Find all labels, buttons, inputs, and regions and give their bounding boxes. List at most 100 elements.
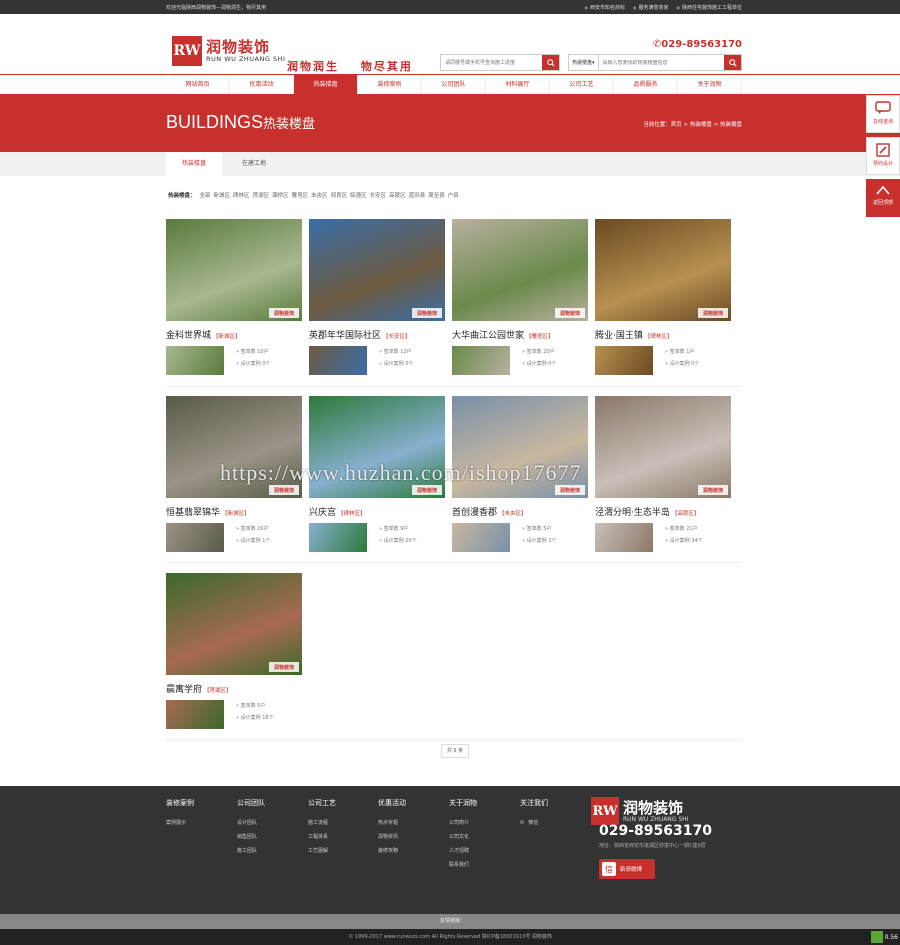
footer-link[interactable]: 装修攻略 — [378, 844, 406, 858]
building-photo[interactable]: 润物装饰 — [309, 219, 445, 321]
side-label-consult: 在线咨询 — [872, 119, 893, 125]
building-photo[interactable]: 润物装饰 — [595, 219, 731, 321]
building-name-line[interactable]: 金科世界城 【新城区】 — [166, 328, 302, 341]
building-mini-photo[interactable] — [595, 523, 653, 552]
building-name-line[interactable]: 腾业·国王镇 【碑林区】 — [595, 328, 731, 341]
building-name-line[interactable]: 英郡年华国际社区 【长安区】 — [309, 328, 445, 341]
filter-district-11[interactable]: 蓝田县 — [409, 191, 426, 199]
chevron-up-icon — [876, 185, 890, 195]
building-card[interactable]: 润物装饰金科世界城【新城区】签单数 10户设计案例 0个 — [166, 219, 302, 375]
nav-item-3[interactable]: 装修案例 — [358, 75, 422, 94]
filter-district-10[interactable]: 高陵区 — [389, 191, 406, 199]
filter-district-2[interactable]: 碑林区 — [233, 191, 250, 199]
search-type-select[interactable]: 热装楼盘 ▾ — [569, 55, 599, 70]
footer-link[interactable]: 润物资讯 — [378, 830, 406, 844]
online-consult-button[interactable]: 在线咨询 — [866, 95, 900, 133]
footer-link[interactable]: 热点专题 — [378, 816, 406, 830]
footer-link[interactable]: 人才招聘 — [449, 844, 477, 858]
building-name: 恒基翡翠锦华 — [166, 508, 221, 518]
footer-link[interactable]: 工程体系 — [308, 830, 336, 844]
badge-1[interactable]: 西安市知名商标 — [584, 4, 625, 11]
photo-watermark: 润物装饰 — [698, 308, 728, 318]
pagination[interactable]: 共 9 条 — [441, 744, 469, 758]
book-design-button[interactable]: 预约设计 — [866, 137, 900, 175]
footer-link[interactable]: 案例展示 — [166, 816, 194, 830]
filter-district-9[interactable]: 长安区 — [370, 191, 387, 199]
site-search-input[interactable] — [598, 59, 724, 66]
building-photo[interactable]: 润物装饰 — [595, 396, 731, 498]
footer-link[interactable]: 公司简介 — [449, 816, 477, 830]
building-mini-photo[interactable] — [452, 523, 510, 552]
filter-district-6[interactable]: 未央区 — [311, 191, 328, 199]
phone-number: 029-89563170 — [661, 39, 742, 50]
building-stats: 签单数 10户设计案例 0个 — [236, 346, 271, 375]
building-card[interactable]: 润物装饰腾业·国王镇【碑林区】签单数 1户设计案例 0个 — [595, 219, 731, 375]
footer-link[interactable]: 工艺图解 — [308, 844, 336, 858]
nav-item-6[interactable]: 公司工艺 — [550, 75, 614, 94]
site-search-button[interactable] — [724, 55, 741, 70]
building-name-line[interactable]: 泾渭分明·生态半岛 【高陵区】 — [595, 505, 731, 518]
footer-logo[interactable]: RW 润物装饰 RUN WU ZHUANG SHI — [591, 797, 688, 825]
building-mini-photo[interactable] — [166, 523, 224, 552]
building-name-line[interactable]: 晨寓学府 【莲湖区】 — [166, 682, 302, 695]
building-mini-photo[interactable] — [309, 346, 367, 375]
photo-watermark: 润物装饰 — [698, 485, 728, 495]
footer-link[interactable]: 设计团队 — [237, 816, 265, 830]
building-mini-photo[interactable] — [452, 346, 510, 375]
filter-district-13[interactable]: 户县 — [448, 191, 459, 199]
building-photo[interactable]: 润物装饰 — [166, 573, 302, 675]
building-card[interactable]: 润物装饰泾渭分明·生态半岛【高陵区】签单数 21户设计案例 34个 — [595, 396, 731, 552]
footer-link[interactable]: 销售团队 — [237, 830, 265, 844]
nav-item-1[interactable]: 优惠活动 — [230, 75, 294, 94]
building-mini-photo[interactable] — [309, 523, 367, 552]
nav-item-8[interactable]: 关于润物 — [678, 75, 742, 94]
footer: 装修案例 案例展示 公司团队 设计团队 销售团队 施工团队 公司工艺 施工流程 工程体系 工艺图解… — [0, 786, 900, 914]
weibo-icon: 信 — [602, 862, 616, 876]
building-photo[interactable]: 润物装饰 — [452, 219, 588, 321]
footer-link[interactable]: ✉ 微信 — [520, 816, 548, 830]
nav-item-0[interactable]: 网站首页 — [166, 75, 230, 94]
filter-district-5[interactable]: 雁塔区 — [292, 191, 309, 199]
nav-item-5[interactable]: 材料展厅 — [486, 75, 550, 94]
logo[interactable]: RW 润物装饰 RUN WU ZHUANG SHI — [172, 36, 285, 66]
weibo-button[interactable]: 信 新浪微博 — [599, 859, 655, 879]
case-count: 设计案例 0个 — [522, 358, 557, 370]
building-name-line[interactable]: 兴庆宫 【碑林区】 — [309, 505, 445, 518]
chat-icon — [875, 101, 891, 114]
building-stats: 签单数 21户设计案例 34个 — [665, 523, 703, 552]
filter-district-1[interactable]: 新城区 — [214, 191, 231, 199]
nav-item-4[interactable]: 公司团队 — [422, 75, 486, 94]
footer-link[interactable]: 联系我们 — [449, 858, 477, 872]
tab-construction-sites[interactable]: 在建工地 — [226, 152, 282, 176]
building-mini-photo[interactable] — [595, 346, 653, 375]
building-name-line[interactable]: 首创漫香郡 【未央区】 — [452, 505, 588, 518]
tab-hot-buildings[interactable]: 热装楼盘 — [166, 152, 223, 176]
footer-link[interactable]: 公司文化 — [449, 830, 477, 844]
building-card[interactable]: 润物装饰晨寓学府【莲湖区】签单数 5户设计案例 18个 — [166, 573, 302, 729]
breadcrumb[interactable]: 当前位置：首页 > 热装楼盘 > 热装楼盘 — [643, 120, 742, 128]
back-to-top-button[interactable]: 返回顶部 — [866, 179, 900, 217]
building-name-line[interactable]: 大华曲江公园世家 【雁塔区】 — [452, 328, 588, 341]
progress-search-input[interactable] — [441, 55, 542, 70]
building-mini-photo[interactable] — [166, 700, 224, 729]
building-photo[interactable]: 润物装饰 — [166, 219, 302, 321]
row-divider — [166, 386, 742, 387]
nav-item-2[interactable]: 热装楼盘 — [294, 75, 358, 94]
filter-district-4[interactable]: 灞桥区 — [272, 191, 289, 199]
filter-district-7[interactable]: 阎良区 — [331, 191, 348, 199]
filter-district-8[interactable]: 临潼区 — [350, 191, 367, 199]
nav-item-7[interactable]: 品质服务 — [614, 75, 678, 94]
building-card[interactable]: 润物装饰英郡年华国际社区【长安区】签单数 12户设计案例 0个 — [309, 219, 445, 375]
footer-link[interactable]: 施工团队 — [237, 844, 265, 858]
badge-3[interactable]: 陕西住宅装饰施工工程单位 — [676, 4, 742, 11]
badge-2[interactable]: 服务满意商家 — [633, 4, 668, 11]
filter-district-3[interactable]: 莲湖区 — [253, 191, 270, 199]
building-mini-photo[interactable] — [166, 346, 224, 375]
footer-link[interactable]: 施工流程 — [308, 816, 336, 830]
building-card[interactable]: 润物装饰大华曲江公园世家【雁塔区】签单数 20户设计案例 0个 — [452, 219, 588, 375]
filter-district-0[interactable]: 全部 — [200, 191, 211, 199]
building-name-line[interactable]: 恒基翡翠锦华 【新城区】 — [166, 505, 302, 518]
footer-col-title: 公司团队 — [237, 799, 265, 807]
filter-district-12[interactable]: 周至县 — [428, 191, 445, 199]
progress-search-button[interactable] — [542, 55, 559, 70]
